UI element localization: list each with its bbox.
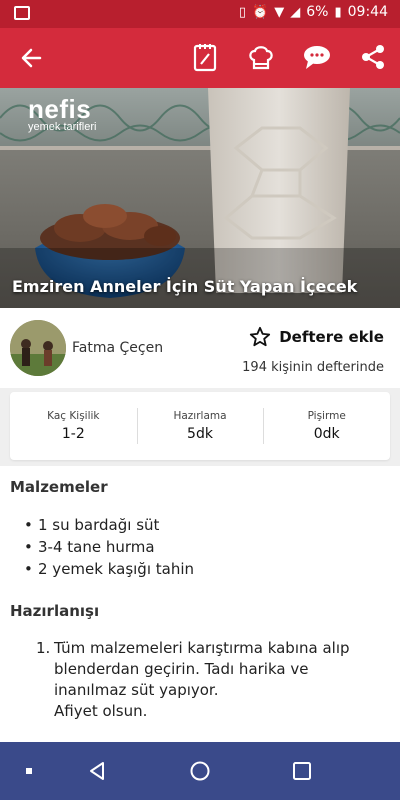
stat-cook-time: Pişirme 0dk [263,392,390,460]
avatar-image [10,320,66,376]
circle-home-icon [190,761,210,781]
app-bar [0,28,400,88]
preparation-heading: Hazırlanışı [10,602,100,620]
ingredients-heading: Malzemeler [10,478,108,496]
nav-back-button[interactable] [82,756,112,786]
battery-icon: ▮ [334,4,342,20]
comment-icon [304,46,330,69]
stat-value: 0dk [313,426,340,442]
signal-icon: ◢ [290,4,301,20]
ingredient-item: 2 yemek kaşığı tahin [24,558,390,580]
back-arrow-icon [21,48,42,68]
notebook-count: 194 kişinin defterinde [242,360,384,375]
stat-label: Hazırlama [173,410,227,422]
back-button[interactable] [18,44,46,72]
ingredient-item: 3-4 tane hurma [24,536,390,558]
stat-label: Pişirme [307,410,346,422]
battery-percent: 6% [306,4,329,20]
preparation-steps: 1. Tüm malzemeleri karıştırma kabına alı… [10,638,390,722]
recipe-hero-image: nefis yemek tarifleri Emziren Anneler İç… [0,88,400,308]
status-bar: ▯ ⏰ ▼ ◢ 6% ▮ 09:44 [0,0,400,28]
step-text-line: Tüm malzemeleri karıştırma kabına alıp [54,639,350,657]
avatar[interactable] [10,320,66,376]
system-nav-bar [0,742,400,800]
nav-home-button[interactable] [185,756,215,786]
clock: 09:44 [347,4,388,20]
author-name[interactable]: Fatma Çeçen [72,340,163,356]
dot-icon [26,768,32,774]
add-to-notebook-label: Deftere ekle [279,328,384,346]
nav-recents-button[interactable] [287,756,317,786]
step-text-line: blenderdan geçirin. Tadı harika ve [54,660,309,678]
preparation-step: 1. Tüm malzemeleri karıştırma kabına alı… [36,638,390,722]
share-button[interactable] [356,40,390,74]
recipe-content: Malzemeler 1 su bardağı süt 3-4 tane hur… [0,466,400,742]
share-icon [362,45,384,69]
ingredients-list: 1 su bardağı süt 3-4 tane hurma 2 yemek … [10,514,390,580]
stat-value: 1-2 [61,426,85,442]
step-number: 1. [36,639,51,657]
alarm-icon: ⏰ [252,4,269,20]
notebook-button[interactable] [188,40,222,74]
step-text-line: inanılmaz süt yapıyor. [54,681,219,699]
brand-tagline: yemek tarifleri [28,121,97,133]
add-to-notebook-button[interactable]: Deftere ekle [249,326,384,348]
star-icon [250,326,271,347]
stat-label: Kaç Kişilik [47,410,100,422]
triangle-back-icon [90,762,104,780]
nav-dot-button[interactable] [14,756,44,786]
recipe-stats: Kaç Kişilik 1-2 Hazırlama 5dk Pişirme 0d… [10,392,390,460]
brand-logo: nefis yemek tarifleri [28,94,96,133]
stat-value: 5dk [187,426,213,442]
status-right: ▯ ⏰ ▼ ◢ 6% ▮ 09:44 [239,4,388,20]
recipe-title: Emziren Anneler İçin Süt Yapan İçecek [12,277,358,296]
ingredient-item: 1 su bardağı süt [24,514,390,536]
chef-hat-icon [249,46,273,70]
author-panel: Fatma Çeçen Deftere ekle 194 kişinin def… [0,308,400,388]
step-text-line: Afiyet olsun. [54,702,148,720]
gallery-notification-icon [14,6,30,20]
stat-prep-time: Hazırlama 5dk [136,392,264,460]
wifi-icon: ▼ [274,4,285,20]
comment-button[interactable] [300,40,334,74]
app-bar-actions [188,40,390,74]
stat-servings: Kaç Kişilik 1-2 [10,392,137,460]
square-recents-icon [293,762,311,780]
chef-button[interactable] [244,40,278,74]
vibrate-icon: ▯ [238,4,247,20]
notebook-icon [193,44,217,72]
